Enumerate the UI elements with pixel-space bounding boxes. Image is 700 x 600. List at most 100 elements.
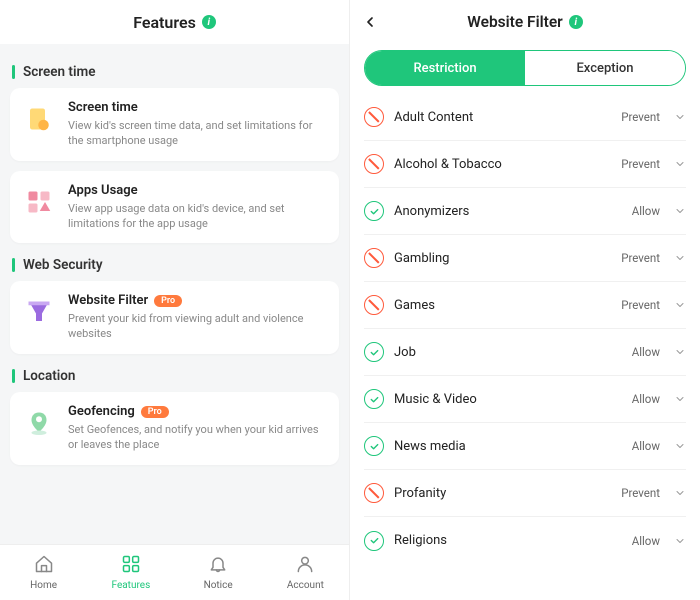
category-row[interactable]: GamblingPrevent	[364, 235, 686, 282]
chevron-down-icon	[674, 440, 686, 452]
action-label: Allow	[632, 392, 660, 406]
prevent-icon	[364, 107, 384, 127]
section-heading: Screen time	[12, 64, 337, 80]
nav-label: Notice	[204, 580, 233, 591]
filter-tabs: Restriction Exception	[364, 50, 686, 86]
tab-restriction[interactable]: Restriction	[365, 51, 525, 85]
nav-features[interactable]: Features	[87, 545, 174, 600]
card-body: Geofencing Pro Set Geofences, and notify …	[68, 404, 327, 453]
category-row[interactable]: News media Allow	[364, 423, 686, 470]
action-label: Prevent	[621, 486, 660, 500]
allow-icon	[364, 531, 384, 551]
notice-icon	[208, 554, 228, 578]
category-label: Gambling	[394, 251, 611, 266]
category-row[interactable]: Music & VideoAllow	[364, 376, 686, 423]
chevron-down-icon	[674, 487, 686, 499]
category-label: News media	[394, 439, 622, 454]
prevent-icon	[364, 483, 384, 503]
card-body: Apps Usage View app usage data on kid's d…	[68, 183, 327, 232]
chevron-down-icon	[674, 535, 686, 547]
website-filter-screen: Website Filter i Restriction Exception A…	[350, 0, 700, 600]
section-heading: Location	[12, 368, 337, 384]
card-desc: Set Geofences, and notify you when your …	[68, 423, 327, 453]
category-row[interactable]: Job Allow	[364, 329, 686, 376]
home-icon	[34, 554, 54, 578]
category-row[interactable]: Religions Allow	[364, 517, 686, 564]
pro-badge: Pro	[141, 406, 169, 418]
nav-label: Features	[112, 580, 151, 591]
features-icon	[121, 554, 141, 578]
prevent-icon	[364, 295, 384, 315]
section-label: Web Security	[23, 257, 103, 273]
card-desc: Prevent your kid from viewing adult and …	[68, 312, 327, 342]
prevent-icon	[364, 248, 384, 268]
category-row[interactable]: Anonymizers Allow	[364, 188, 686, 235]
pro-badge: Pro	[154, 295, 182, 307]
feature-card[interactable]: Geofencing Pro Set Geofences, and notify …	[10, 392, 339, 465]
account-icon	[295, 554, 315, 578]
action-label: Allow	[632, 345, 660, 359]
chevron-down-icon	[674, 252, 686, 264]
feature-card[interactable]: Apps Usage View app usage data on kid's d…	[10, 171, 339, 244]
bottom-nav: Home Features Notice Account	[0, 544, 349, 600]
nav-account[interactable]: Account	[262, 545, 349, 600]
prevent-icon	[364, 154, 384, 174]
category-label: Profanity	[394, 486, 611, 501]
action-label: Prevent	[621, 298, 660, 312]
section-label: Location	[23, 368, 75, 384]
card-title: Website Filter Pro	[68, 293, 327, 308]
nav-home[interactable]: Home	[0, 545, 87, 600]
filter-header: Website Filter i	[350, 0, 700, 44]
nav-label: Account	[287, 580, 324, 591]
action-label: Allow	[632, 204, 660, 218]
card-body: Screen time View kid's screen time data, …	[68, 100, 327, 149]
card-desc: View kid's screen time data, and set lim…	[68, 119, 327, 149]
accent-bar	[12, 369, 15, 383]
chevron-down-icon	[674, 393, 686, 405]
chevron-down-icon	[674, 299, 686, 311]
card-desc: View app usage data on kid's device, and…	[68, 202, 327, 232]
info-icon[interactable]: i	[202, 15, 216, 29]
category-row[interactable]: Adult ContentPrevent	[364, 94, 686, 141]
info-icon[interactable]: i	[569, 15, 583, 29]
chevron-down-icon	[674, 346, 686, 358]
chevron-down-icon	[674, 205, 686, 217]
feature-card[interactable]: Screen time View kid's screen time data, …	[10, 88, 339, 161]
feature-card[interactable]: Website Filter Pro Prevent your kid from …	[10, 281, 339, 354]
features-list: Screen time Screen time View kid's screen …	[0, 44, 349, 544]
category-label: Anonymizers	[394, 204, 622, 219]
page-title: Features	[133, 13, 196, 32]
category-label: Games	[394, 298, 611, 313]
card-title: Apps Usage	[68, 183, 327, 198]
section-heading: Web Security	[12, 257, 337, 273]
category-label: Religions	[394, 533, 622, 548]
features-header: Features i	[0, 0, 349, 44]
nav-label: Home	[30, 580, 57, 591]
screen-time-icon	[22, 102, 56, 136]
category-row[interactable]: Alcohol & TobaccoPrevent	[364, 141, 686, 188]
features-screen: Features i Screen time Screen time View ki…	[0, 0, 350, 600]
accent-bar	[12, 65, 15, 79]
geofencing-icon	[22, 406, 56, 440]
action-label: Allow	[632, 534, 660, 548]
chevron-down-icon	[674, 158, 686, 170]
category-label: Job	[394, 345, 622, 360]
card-title: Screen time	[68, 100, 327, 115]
tab-exception[interactable]: Exception	[525, 51, 685, 85]
page-title: Website Filter	[467, 13, 563, 31]
website-filter-icon	[22, 295, 56, 329]
category-row[interactable]: Profanity Prevent	[364, 470, 686, 517]
category-list: Adult ContentPreventAlcohol & TobaccoPre…	[350, 94, 700, 600]
allow-icon	[364, 436, 384, 456]
action-label: Allow	[632, 439, 660, 453]
allow-icon	[364, 389, 384, 409]
accent-bar	[12, 258, 15, 272]
card-body: Website Filter Pro Prevent your kid from …	[68, 293, 327, 342]
nav-notice[interactable]: Notice	[175, 545, 262, 600]
back-button[interactable]	[362, 0, 378, 44]
category-row[interactable]: Games Prevent	[364, 282, 686, 329]
card-title: Geofencing Pro	[68, 404, 327, 419]
category-label: Alcohol & Tobacco	[394, 157, 611, 172]
apps-usage-icon	[22, 185, 56, 219]
section-label: Screen time	[23, 64, 95, 80]
